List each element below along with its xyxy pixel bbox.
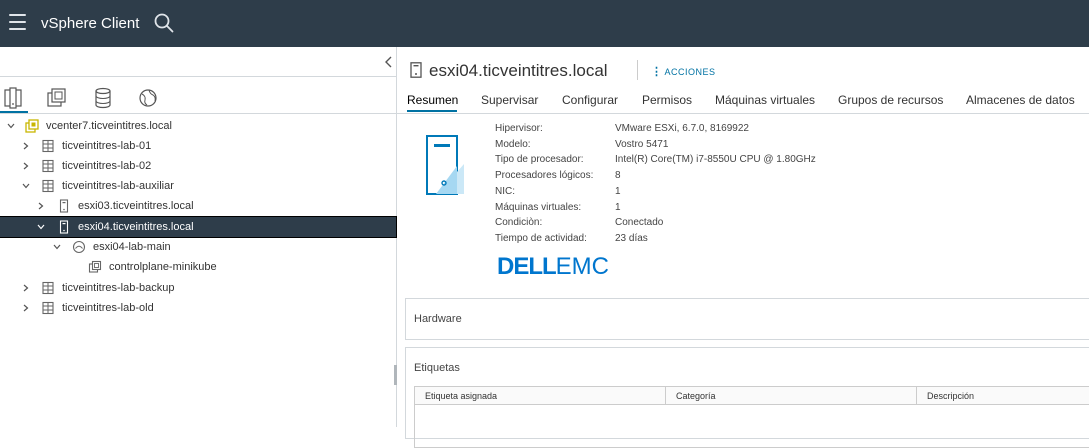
more-vertical-icon: ⋮ <box>651 66 663 78</box>
chevron-right-icon[interactable] <box>21 303 31 313</box>
hardware-card-title: Hardware <box>414 313 462 325</box>
tab-bar: Resumen Supervisar Configurar Permisos M… <box>397 91 1089 113</box>
tab-almacenes-de-datos[interactable]: Almacenes de datos <box>966 93 1075 107</box>
resource-pool-icon <box>72 240 86 254</box>
chevron-right-icon[interactable] <box>21 283 31 293</box>
top-bar: vSphere Client <box>0 0 1089 47</box>
tree-item-label: vcenter7.ticveintitres.local <box>46 120 172 132</box>
chevron-right-icon[interactable] <box>36 201 46 211</box>
vcenter-icon <box>25 119 39 133</box>
collapse-panel-icon[interactable] <box>383 55 395 69</box>
hardware-card[interactable]: Hardware <box>405 298 1089 340</box>
tree-item-datacenter[interactable]: ticveintitres-lab-02 <box>0 156 396 176</box>
page-title: esxi04.ticveintitres.local <box>429 61 608 80</box>
tags-card: Etiquetas Etiqueta asignada Categoría De… <box>405 347 1089 448</box>
tree-item-label: ticveintitres-lab-auxiliar <box>62 180 174 192</box>
tree-item-resource-pool[interactable]: esxi04-lab-main <box>0 237 396 257</box>
tree-item-label: esxi04.ticveintitres.local <box>78 221 194 233</box>
storage-icon[interactable] <box>92 87 114 109</box>
datacenter-icon <box>42 139 54 153</box>
tree-item-vm[interactable]: controlplane-minikube <box>0 257 396 277</box>
host-icon <box>59 220 69 234</box>
tab-maquinas-virtuales[interactable]: Máquinas virtuales <box>715 93 815 107</box>
actions-menu-button[interactable]: ⋮ ACCIONES <box>651 65 716 78</box>
tags-card-title: Etiquetas <box>414 362 460 374</box>
tree-item-datacenter[interactable]: ticveintitres-lab-old <box>0 298 396 318</box>
vms-templates-icon[interactable] <box>46 87 68 109</box>
tab-supervisar[interactable]: Supervisar <box>481 93 538 107</box>
tree-item-label: ticveintitres-lab-backup <box>62 282 175 294</box>
tags-table: Etiqueta asignada Categoría Descripción <box>414 386 1089 448</box>
column-header-descripcion[interactable]: Descripción <box>916 387 1089 405</box>
tree-item-vcenter[interactable]: vcenter7.ticveintitres.local <box>0 116 396 136</box>
active-tab-indicator <box>407 110 457 112</box>
hosts-clusters-icon[interactable] <box>2 87 24 109</box>
dell-emc-logo: DELLEMC <box>497 253 610 280</box>
tree-item-label: ticveintitres-lab-01 <box>62 140 152 152</box>
tab-permisos[interactable]: Permisos <box>642 93 692 107</box>
tree-item-label: esxi03.ticveintitres.local <box>78 200 194 212</box>
server-illustration-icon <box>426 135 464 195</box>
main-content: esxi04.ticveintitres.local ⋮ ACCIONES Res… <box>397 47 1089 448</box>
datacenter-icon <box>42 159 54 173</box>
chevron-right-icon[interactable] <box>21 141 31 151</box>
tab-configurar[interactable]: Configurar <box>562 93 618 107</box>
tree-item-host[interactable]: esxi03.ticveintitres.local <box>0 196 396 216</box>
tree-item-label: esxi04-lab-main <box>93 241 171 253</box>
tree-item-label: ticveintitres-lab-old <box>62 302 154 314</box>
menu-icon[interactable] <box>9 14 26 32</box>
tree-item-datacenter[interactable]: ticveintitres-lab-backup <box>0 278 396 298</box>
tree-item-label: ticveintitres-lab-02 <box>62 160 152 172</box>
column-header-categoria[interactable]: Categoría <box>665 387 916 405</box>
chevron-down-icon[interactable] <box>36 222 46 232</box>
tab-resumen[interactable]: Resumen <box>407 93 458 107</box>
navigator-panel: vcenter7.ticveintitres.local ticveintitr… <box>0 47 397 427</box>
datacenter-icon <box>42 301 54 315</box>
host-icon <box>59 199 69 213</box>
chevron-down-icon[interactable] <box>6 121 16 131</box>
chevron-right-icon[interactable] <box>21 161 31 171</box>
host-icon <box>410 62 422 78</box>
actions-label: ACCIONES <box>664 67 716 77</box>
app-title: vSphere Client <box>41 15 140 32</box>
column-header-etiqueta[interactable]: Etiqueta asignada <box>415 387 665 405</box>
tree-item-label: controlplane-minikube <box>109 261 217 273</box>
vm-icon <box>88 260 102 273</box>
chevron-down-icon[interactable] <box>21 181 31 191</box>
tree-item-datacenter[interactable]: ticveintitres-lab-auxiliar <box>0 176 396 196</box>
tree-item-datacenter[interactable]: ticveintitres-lab-01 <box>0 136 396 156</box>
chevron-down-icon[interactable] <box>52 242 62 252</box>
networking-icon[interactable] <box>137 87 159 109</box>
tab-grupos-de-recursos[interactable]: Grupos de recursos <box>838 93 943 107</box>
tree-item-host-selected[interactable]: esxi04.ticveintitres.local <box>0 216 397 238</box>
datacenter-icon <box>42 281 54 295</box>
datacenter-icon <box>42 179 54 193</box>
search-icon[interactable] <box>154 13 174 33</box>
